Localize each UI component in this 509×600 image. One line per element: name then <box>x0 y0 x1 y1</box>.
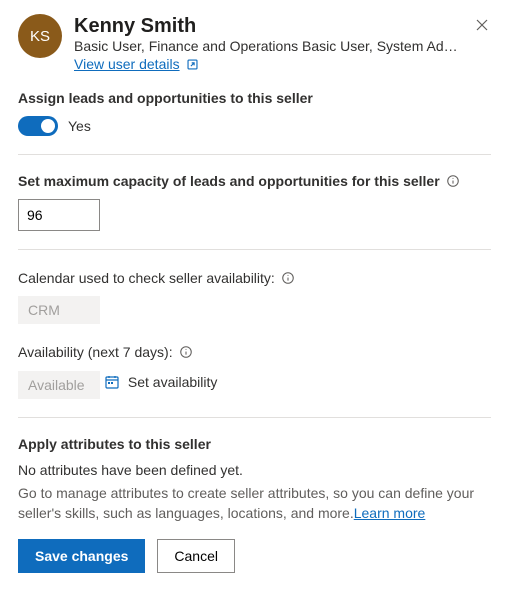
learn-more-link[interactable]: Learn more <box>354 505 426 521</box>
info-icon[interactable] <box>281 271 295 285</box>
set-availability-link[interactable]: Set availability <box>104 374 218 390</box>
panel-header: KS Kenny Smith Basic User, Finance and O… <box>18 14 491 72</box>
divider <box>18 417 491 418</box>
view-user-details-label: View user details <box>74 56 180 72</box>
attributes-label: Apply attributes to this seller <box>18 436 491 452</box>
divider <box>18 154 491 155</box>
avatar: KS <box>18 14 62 58</box>
divider <box>18 249 491 250</box>
footer: Save changes Cancel <box>18 539 491 573</box>
view-user-details-link[interactable]: View user details <box>74 56 199 72</box>
close-button[interactable] <box>469 12 495 38</box>
info-icon[interactable] <box>446 174 460 188</box>
user-roles: Basic User, Finance and Operations Basic… <box>74 38 464 54</box>
assign-toggle-row: Yes <box>18 116 491 136</box>
capacity-input[interactable] <box>18 199 100 231</box>
seller-settings-panel: KS Kenny Smith Basic User, Finance and O… <box>0 0 509 591</box>
availability-label: Availability (next 7 days): <box>18 344 173 360</box>
set-availability-label: Set availability <box>128 374 218 390</box>
attributes-empty-text: No attributes have been defined yet. <box>18 462 491 478</box>
cancel-button[interactable]: Cancel <box>157 539 235 573</box>
availability-value: Available <box>18 371 100 399</box>
save-button[interactable]: Save changes <box>18 539 145 573</box>
calendar-label-row: Calendar used to check seller availabili… <box>18 270 491 286</box>
calendar-value: CRM <box>18 296 100 324</box>
capacity-label-row: Set maximum capacity of leads and opport… <box>18 173 491 189</box>
calendar-label: Calendar used to check seller availabili… <box>18 270 275 286</box>
availability-label-row: Availability (next 7 days): <box>18 344 491 360</box>
calendar-icon <box>104 374 120 390</box>
close-icon <box>475 18 489 32</box>
capacity-label: Set maximum capacity of leads and opport… <box>18 173 440 189</box>
assign-label: Assign leads and opportunities to this s… <box>18 90 491 106</box>
open-in-new-icon <box>186 58 199 71</box>
assign-toggle-value: Yes <box>68 118 91 134</box>
info-icon[interactable] <box>179 345 193 359</box>
user-name: Kenny Smith <box>74 14 491 38</box>
assign-toggle[interactable] <box>18 116 58 136</box>
attributes-help-text: Go to manage attributes to create seller… <box>18 484 491 523</box>
user-block: Kenny Smith Basic User, Finance and Oper… <box>74 14 491 72</box>
